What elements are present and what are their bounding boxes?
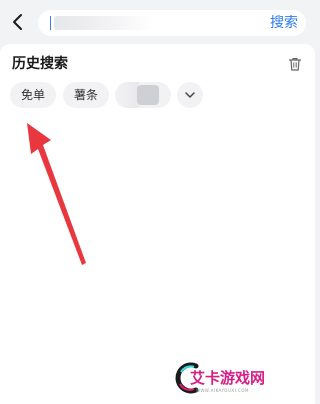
trash-icon[interactable] xyxy=(287,56,303,72)
watermark-url: WWW.AIKAYOUXI.COM xyxy=(196,388,249,393)
history-title: 历史搜索 xyxy=(12,56,68,72)
text-cursor xyxy=(50,16,51,30)
history-chip[interactable]: 薯条 xyxy=(63,82,109,108)
redaction-block xyxy=(137,85,159,105)
search-input[interactable]: 搜索 xyxy=(38,10,306,36)
chevron-left-icon[interactable] xyxy=(8,12,28,32)
top-bar: 搜索 xyxy=(0,0,315,44)
watermark: 艾卡游戏网 WWW.AIKAYOUXI.COM xyxy=(172,356,282,400)
expand-history-button[interactable] xyxy=(177,82,203,108)
watermark-text: 艾卡游戏网 xyxy=(190,369,266,387)
history-chip-redacted[interactable] xyxy=(115,82,171,108)
redaction-fade xyxy=(115,82,139,108)
search-history-panel: 历史搜索 免单 薯条 xyxy=(0,44,315,404)
history-chip[interactable]: 免单 xyxy=(10,82,56,108)
chevron-down-icon xyxy=(185,92,195,98)
redacted-query xyxy=(54,16,154,30)
search-button[interactable]: 搜索 xyxy=(270,14,298,32)
